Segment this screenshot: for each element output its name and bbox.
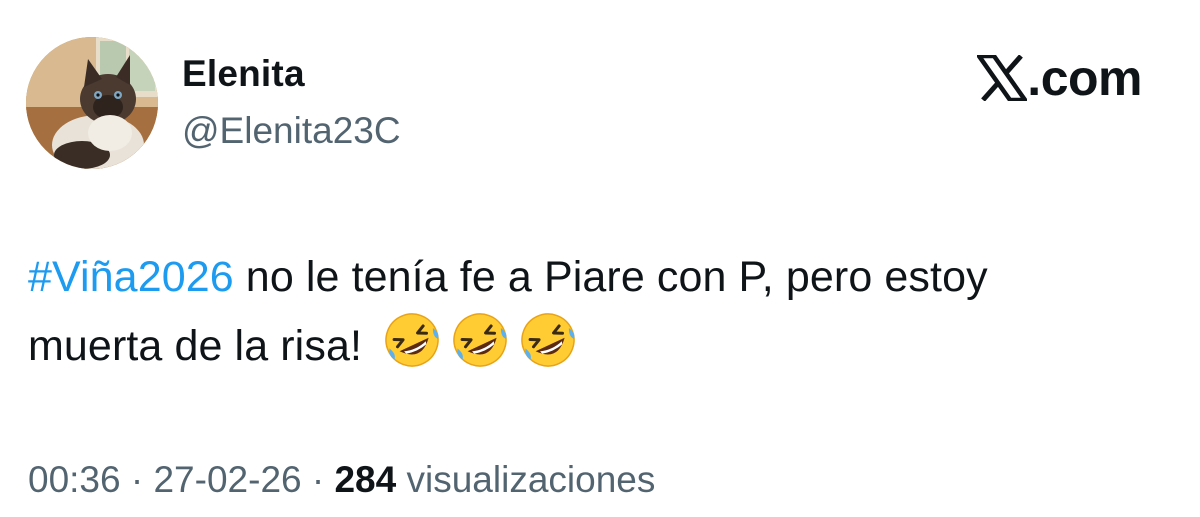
tweet-card: Elenita @Elenita23C .com #Viña2026 no le…	[0, 0, 1200, 517]
tweet-text: #Viña2026 no le tenía fe a Piare con P, …	[28, 244, 1178, 379]
tweet-date[interactable]: 27-02-26	[153, 459, 301, 500]
x-logo-icon	[977, 55, 1028, 101]
meta-separator: ·	[130, 459, 144, 500]
display-name[interactable]: Elenita	[182, 53, 305, 95]
tweet-meta: 00:36 · 27-02-26 · 284 visualizaciones	[28, 459, 655, 501]
hashtag-link[interactable]: #Viña2026	[28, 253, 234, 301]
rolling-on-floor-laughing-icon	[382, 310, 442, 370]
brand-domain: .com	[1027, 50, 1142, 106]
rolling-on-floor-laughing-icon	[450, 310, 510, 370]
brand-watermark: .com	[977, 50, 1142, 106]
avatar[interactable]	[26, 37, 158, 169]
tweet-text-line2: muerta de la risa!	[28, 322, 363, 370]
cat-avatar-icon	[26, 37, 158, 169]
tweet-text-line1: no le tenía fe a Piare con P, pero estoy	[233, 253, 988, 301]
views-label: visualizaciones	[406, 459, 656, 500]
tweet-time[interactable]: 00:36	[28, 459, 121, 500]
views-count: 284	[334, 459, 397, 500]
user-handle[interactable]: @Elenita23C	[182, 110, 401, 152]
rolling-on-floor-laughing-icon	[518, 310, 578, 370]
meta-separator: ·	[311, 459, 325, 500]
